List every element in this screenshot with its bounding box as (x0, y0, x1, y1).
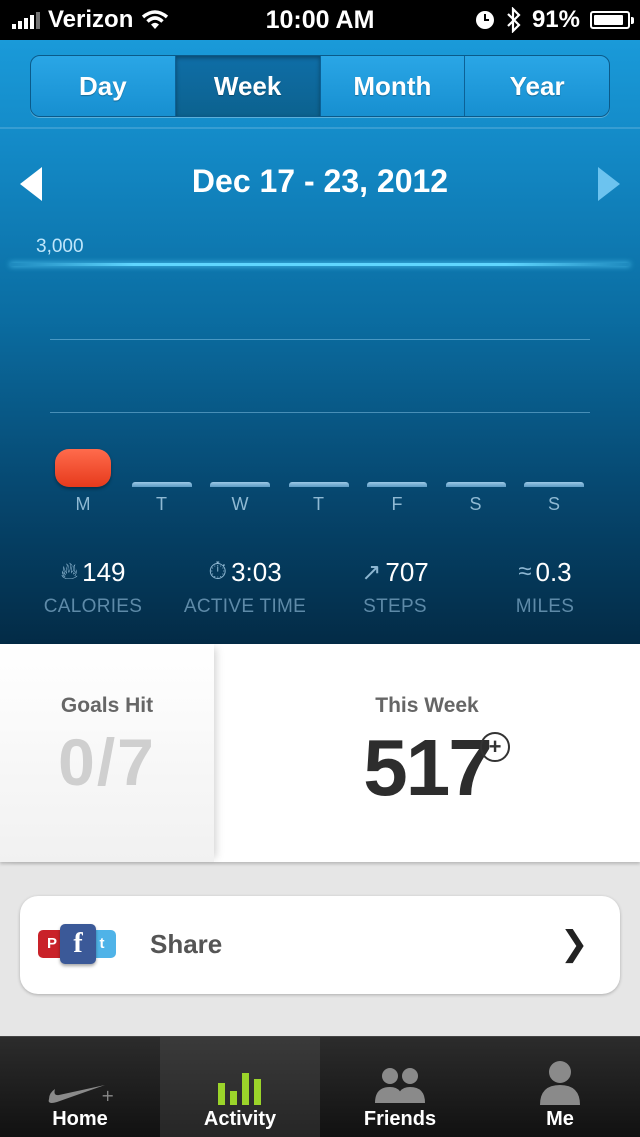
fuel-plus-icon: + (480, 732, 510, 762)
steps-label: STEPS (363, 596, 427, 617)
chart-day-label: F (391, 494, 403, 514)
segment-day[interactable]: Day (31, 56, 176, 116)
goal-axis-label: 3,000 (36, 236, 84, 257)
tab-me-label: Me (546, 1108, 574, 1130)
segment-month[interactable]: Month (320, 56, 466, 116)
tab-home[interactable]: + Home (0, 1037, 160, 1137)
chart-day-label: M (75, 494, 91, 514)
path-icon: ≈ (518, 558, 532, 585)
goals-hit-panel[interactable]: Goals Hit 0/7 (0, 644, 214, 862)
tab-friends-label: Friends (363, 1108, 437, 1130)
chart-bar (210, 482, 270, 487)
facebook-icon: f (60, 924, 96, 964)
goals-hit-value: 0/7 (58, 725, 156, 799)
share-label: Share (150, 929, 223, 959)
active-time-value: 3:03 (231, 556, 282, 587)
tab-bar: + Home Activity Friends Me (0, 1036, 640, 1137)
chart-day-label: S (547, 494, 560, 514)
chart-bar (55, 448, 111, 487)
stopwatch-icon: ⏱︎ (208, 558, 228, 585)
tab-activity[interactable]: Activity (160, 1037, 320, 1137)
chart-day-label: T (156, 494, 167, 514)
stat-calories: 🔥︎ 149 CALORIES (18, 556, 168, 618)
tab-me[interactable]: Me (480, 1037, 640, 1137)
header-divider (0, 127, 640, 129)
chart-day-label: T (313, 494, 324, 514)
this-week-title: This Week (375, 694, 479, 717)
svg-text:+: + (101, 1086, 114, 1105)
steps-value: 707 (385, 556, 429, 587)
battery-fill (594, 15, 623, 25)
flame-icon: 🔥︎ (60, 558, 79, 585)
status-right: 91% (474, 0, 634, 40)
tab-friends[interactable]: Friends (320, 1037, 480, 1137)
shoe-icon: ↗ (361, 558, 382, 586)
segment-year[interactable]: Year (465, 56, 609, 116)
calories-value: 149 (82, 556, 126, 587)
chart-day-label: S (469, 494, 482, 514)
tab-home-label: Home (52, 1108, 108, 1130)
activity-bars-icon (160, 1059, 320, 1105)
goal-line (10, 263, 630, 266)
active-time-label: ACTIVE TIME (183, 596, 307, 617)
segment-week[interactable]: Week (175, 56, 321, 116)
bluetooth-icon (507, 7, 521, 33)
miles-label: MILES (515, 596, 575, 617)
chart-bar (288, 482, 349, 487)
goals-hit-title: Goals Hit (60, 694, 154, 717)
calories-label: CALORIES (43, 596, 143, 617)
chart-bar (367, 482, 427, 487)
battery-icon (590, 11, 634, 29)
chart-bar (524, 482, 584, 487)
activity-header (0, 40, 640, 644)
battery-percent: 91% (531, 6, 580, 33)
stat-miles: ≈0.3 MILES (470, 556, 620, 618)
grid-line (50, 412, 590, 413)
this-week-fuel-value: 517 (363, 723, 492, 812)
miles-value: 0.3 (535, 556, 572, 587)
tab-activity-label: Activity (203, 1108, 277, 1130)
friends-icon (320, 1059, 480, 1105)
summary-panel: Goals Hit 0/7 This Week 517 + (0, 644, 640, 862)
status-bar: Verizon 10:00 AM 91% (0, 0, 640, 40)
chart-day-label: W (231, 494, 249, 514)
nike-swoosh-icon: + (0, 1059, 160, 1105)
stat-steps: ↗ 707 STEPS (320, 556, 470, 618)
stat-active-time: ⏱︎ 3:03 ACTIVE TIME (170, 556, 320, 618)
chart-bar (131, 482, 192, 487)
date-range-title: Dec 17 - 23, 2012 (191, 163, 449, 199)
period-segmented-control: Day Week Month Year (30, 55, 610, 117)
person-icon (480, 1059, 640, 1105)
share-button[interactable]: P t f Share ❯ (20, 896, 620, 994)
chart-bar (445, 482, 506, 487)
next-week-arrow-icon[interactable] (598, 167, 620, 201)
alarm-clock-icon (475, 11, 494, 29)
chevron-right-icon: ❯ (560, 925, 589, 963)
social-icons: P t f (38, 924, 120, 966)
grid-line (50, 339, 590, 340)
